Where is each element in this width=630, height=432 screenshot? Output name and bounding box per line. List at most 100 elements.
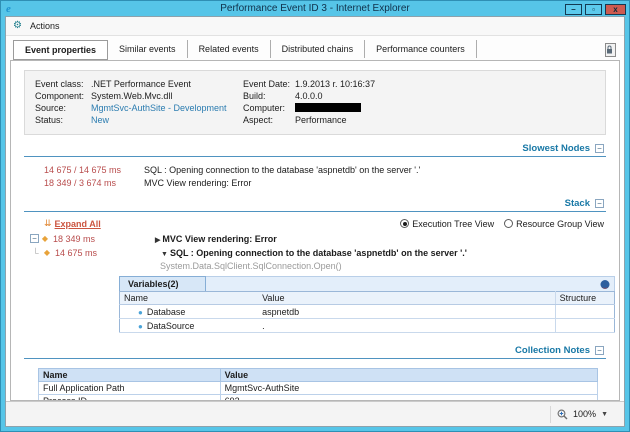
- source-link[interactable]: MgmtSvc-AuthSite - Development: [91, 102, 227, 114]
- tab-strip: Event properties Similar events Related …: [6, 36, 624, 60]
- stack-header: Stack −: [24, 198, 606, 209]
- stack-title: Stack: [565, 198, 590, 209]
- variable-value: aspnetdb: [258, 305, 555, 319]
- build-value: 4.0.0.0: [295, 90, 323, 102]
- slowest-node-row: 18 349 / 3 674 ms MVC View rendering: Er…: [44, 177, 606, 190]
- field-label: Build:: [243, 90, 295, 102]
- column-header: Structure: [555, 292, 614, 305]
- tree-connector: └: [30, 247, 41, 259]
- slowest-nodes-title: Slowest Nodes: [522, 143, 590, 154]
- tree-node: − ◆ 18 349 ms ▶MVC View rendering: Error: [30, 233, 606, 247]
- radio-button-icon: [504, 219, 513, 228]
- status-link[interactable]: New: [91, 114, 109, 126]
- close-button[interactable]: x: [605, 4, 626, 15]
- component-value: System.Web.Mvc.dll: [91, 90, 172, 102]
- tree-node-label[interactable]: ▶MVC View rendering: Error: [155, 233, 277, 247]
- tab-distributed-chains[interactable]: Distributed chains: [271, 40, 366, 58]
- minimize-button[interactable]: –: [565, 4, 582, 15]
- tab-event-properties[interactable]: Event properties: [13, 40, 108, 60]
- slowest-nodes-header: Slowest Nodes −: [24, 143, 606, 154]
- field-label: Source:: [35, 102, 91, 114]
- tab-related-events[interactable]: Related events: [188, 40, 271, 58]
- collection-notes-box: Name Value Full Application Path MgmtSvc…: [38, 368, 598, 401]
- column-header: Name: [120, 292, 259, 305]
- status-bar: 100% ▼: [6, 401, 624, 426]
- variable-orb-icon: ●: [138, 322, 143, 331]
- node-timing: 18 349 ms: [53, 233, 115, 245]
- expand-all-icon: ⇊: [44, 218, 52, 229]
- title-bar: e Performance Event ID 3 - Internet Expl…: [1, 1, 629, 16]
- computer-value-redacted: [295, 103, 361, 112]
- expander-arrow-icon: ▶: [155, 237, 160, 244]
- section-divider: [24, 211, 606, 212]
- zoom-control[interactable]: 100% ▼: [550, 406, 614, 423]
- radio-label: Resource Group View: [516, 219, 604, 229]
- section-divider: [24, 358, 606, 359]
- maximize-button[interactable]: ▫: [585, 4, 602, 15]
- zoom-level: 100%: [573, 409, 596, 419]
- slowest-node-row: 14 675 / 14 675 ms SQL : Opening connect…: [44, 164, 606, 177]
- field-label: Status:: [35, 114, 91, 126]
- variable-structure: [555, 319, 614, 333]
- variable-value: .: [258, 319, 555, 333]
- event-properties-panel: Event class: .NET Performance Event Comp…: [10, 60, 620, 401]
- variable-name: DataSource: [147, 321, 195, 331]
- tab-similar-events[interactable]: Similar events: [108, 40, 188, 58]
- collapse-collection-notes-button[interactable]: −: [595, 346, 604, 355]
- variables-box: Variables(2) Name Value: [119, 276, 615, 333]
- tree-node-label[interactable]: ▼SQL : Opening connection to the databas…: [161, 247, 467, 261]
- zoom-icon: [557, 409, 568, 420]
- radio-resource-group-view[interactable]: Resource Group View: [504, 219, 604, 229]
- node-timing: 14 675 / 14 675 ms: [44, 164, 128, 177]
- node-timing: 14 675 ms: [55, 247, 117, 259]
- column-header: Value: [220, 369, 597, 382]
- tree-collapse-button[interactable]: −: [30, 234, 39, 243]
- variable-orb-icon: ●: [138, 308, 143, 317]
- expand-all-link[interactable]: Expand All: [55, 219, 101, 229]
- field-label: Computer:: [243, 102, 295, 114]
- event-class-value: .NET Performance Event: [91, 78, 191, 90]
- collapse-stack-button[interactable]: −: [595, 199, 604, 208]
- client-area: ⚙ Actions Event properties Similar event…: [5, 16, 625, 427]
- browser-window: e Performance Event ID 3 - Internet Expl…: [0, 0, 630, 432]
- export-icon[interactable]: [599, 279, 611, 290]
- column-header: Name: [39, 369, 221, 382]
- execution-tree: − ◆ 18 349 ms ▶MVC View rendering: Error…: [30, 233, 606, 272]
- radio-button-icon: [400, 219, 409, 228]
- menu-bar: ⚙ Actions: [6, 17, 624, 36]
- field-label: Component:: [35, 90, 91, 102]
- window-title: Performance Event ID 3 - Internet Explor…: [1, 2, 629, 16]
- actions-menu[interactable]: Actions: [26, 19, 64, 33]
- node-marker-icon: ◆: [39, 233, 51, 245]
- document-security-icon[interactable]: [603, 43, 616, 58]
- node-description: MVC View rendering: Error: [144, 177, 251, 190]
- chevron-down-icon: ▼: [601, 411, 608, 418]
- field-label: Event Date:: [243, 78, 295, 90]
- collection-notes-header: Collection Notes −: [24, 345, 606, 356]
- table-row: Full Application Path MgmtSvc-AuthSite: [39, 382, 598, 395]
- node-timing: 18 349 / 3 674 ms: [44, 177, 128, 190]
- event-date-value: 1.9.2013 r. 10:16:37: [295, 78, 375, 90]
- field-label: Aspect:: [243, 114, 295, 126]
- collection-notes-table: Name Value Full Application Path MgmtSvc…: [38, 368, 598, 401]
- note-value: MgmtSvc-AuthSite: [220, 382, 597, 395]
- section-divider: [24, 156, 606, 157]
- node-marker-icon: ◆: [41, 247, 53, 259]
- gear-icon: ⚙: [13, 21, 22, 31]
- aspect-value: Performance: [295, 114, 347, 126]
- event-summary-box: Event class: .NET Performance Event Comp…: [24, 70, 606, 135]
- variables-tab[interactable]: Variables(2): [119, 276, 206, 291]
- variables-tab-strip: [206, 276, 615, 291]
- variables-table: Name Value Structure ●Database aspnetdb …: [119, 291, 615, 333]
- variable-structure: [555, 305, 614, 319]
- stack-frame-method: System.Data.SqlClient.SqlConnection.Open…: [160, 261, 606, 272]
- radio-label: Execution Tree View: [412, 219, 494, 229]
- column-header: Value: [258, 292, 555, 305]
- radio-execution-tree-view[interactable]: Execution Tree View: [400, 219, 494, 229]
- node-description: SQL : Opening connection to the database…: [144, 164, 420, 177]
- tree-node: └ ◆ 14 675 ms ▼SQL : Opening connection …: [30, 247, 606, 261]
- note-name: Full Application Path: [39, 382, 221, 395]
- expander-arrow-icon: ▼: [161, 251, 168, 258]
- tab-performance-counters[interactable]: Performance counters: [365, 40, 477, 58]
- collapse-slowest-nodes-button[interactable]: −: [595, 144, 604, 153]
